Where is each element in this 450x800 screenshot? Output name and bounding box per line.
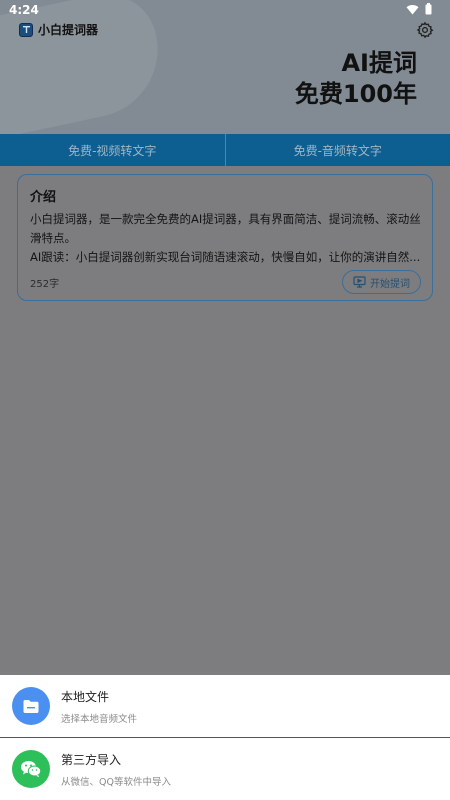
import-third-party-label: 第三方导入	[61, 753, 122, 767]
card-title: 介绍	[30, 190, 57, 205]
import-bottom-sheet: 本地文件 选择本地音频文件 第三方导入 从微信、QQ等软件中导入	[0, 675, 450, 800]
card-body: 小白提词器，是一款完全免费的AI提词器，具有界面简洁、提词流畅、滚动丝滑特点。 …	[30, 210, 425, 267]
import-local-label: 本地文件	[61, 690, 110, 704]
slogan-line-2: 免费100年	[294, 80, 417, 108]
card-body-paragraph-2: AI跟读：小白提词器创新实现台词随语速滚动，快慢自如，让你的演讲自然...	[30, 250, 421, 264]
app-title: 小白提词器	[38, 23, 99, 37]
import-third-party[interactable]: 第三方导入 从微信、QQ等软件中导入	[0, 737, 450, 799]
app-bar: 小白提词器	[19, 21, 98, 38]
header-banner: 小白提词器 AI提词 免费100年	[0, 0, 450, 134]
slogan-line-1: AI提词	[341, 49, 417, 77]
settings-gear-icon[interactable]	[416, 21, 434, 39]
import-local-sub: 选择本地音频文件	[61, 714, 138, 725]
char-count: 252字	[30, 279, 60, 290]
start-prompt-button[interactable]: 开始提词	[342, 270, 421, 294]
slogan: AI提词 免费100年	[295, 48, 417, 110]
convert-tabs: 免费-视频转文字 免费-音频转文字	[0, 134, 450, 166]
import-local-file[interactable]: 本地文件 选择本地音频文件	[0, 675, 450, 737]
teleprompter-icon	[353, 276, 366, 288]
status-bar: 4:24	[0, 0, 450, 20]
folder-icon	[12, 687, 50, 725]
import-third-party-sub: 从微信、QQ等软件中导入	[61, 777, 171, 788]
tab-audio-to-text[interactable]: 免费-音频转文字	[224, 134, 450, 166]
card-body-paragraph-1: 小白提词器，是一款完全免费的AI提词器，具有界面简洁、提词流畅、滚动丝滑特点。	[30, 212, 421, 245]
start-prompt-label: 开始提词	[370, 278, 410, 290]
status-icons	[406, 3, 432, 15]
tab-video-to-text[interactable]: 免费-视频转文字	[0, 134, 225, 166]
status-time: 4:24	[9, 3, 39, 17]
wechat-icon	[12, 750, 50, 788]
intro-card[interactable]: 介绍 小白提词器，是一款完全免费的AI提词器，具有界面简洁、提词流畅、滚动丝滑特…	[17, 174, 433, 301]
app-logo-icon	[19, 22, 33, 37]
battery-icon	[425, 3, 432, 15]
wifi-icon	[406, 4, 419, 14]
